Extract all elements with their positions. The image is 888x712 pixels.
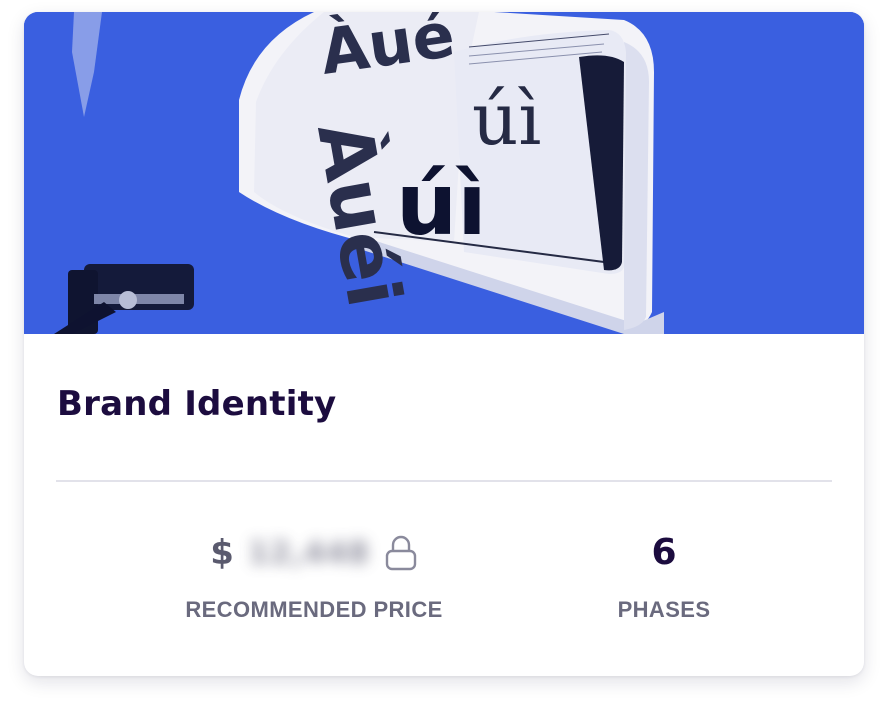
book-illustration: Àué Àuéi úì úì	[24, 12, 864, 334]
currency-symbol: $	[210, 533, 234, 573]
price-stat: $ 12,448 RECOMMENDED PRICE	[154, 527, 474, 637]
price-amount-hidden: 12,448	[247, 535, 370, 571]
price-row: $ 12,448	[154, 527, 474, 579]
divider	[56, 480, 832, 482]
project-card[interactable]: Àué Àuéi úì úì Brand Identity $ 12,448 R…	[24, 12, 864, 676]
recommended-price-label: RECOMMENDED PRICE	[185, 597, 443, 622]
lock-icon[interactable]	[384, 534, 418, 572]
hero-image: Àué Àuéi úì úì	[24, 12, 864, 334]
phases-stat: 6 PHASES	[564, 527, 764, 637]
phases-label: PHASES	[617, 597, 711, 622]
card-title: Brand Identity	[57, 384, 337, 424]
svg-text:úì: úì	[472, 77, 541, 161]
phases-value: 6	[651, 532, 677, 573]
